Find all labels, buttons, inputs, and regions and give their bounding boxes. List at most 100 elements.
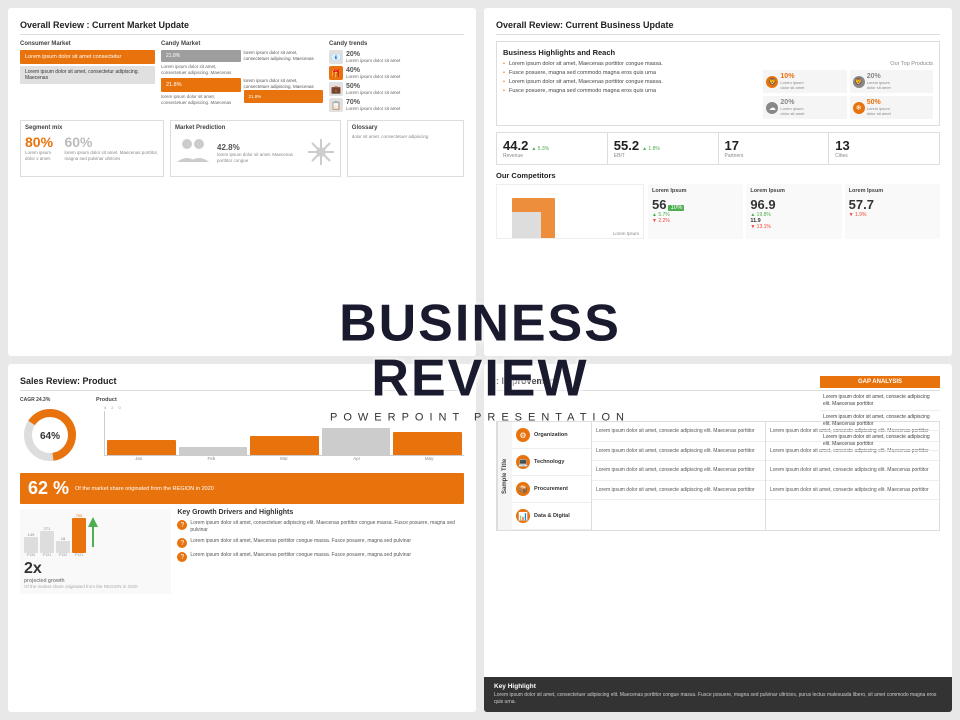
competitors-table: Lorem Ipsum Lorem Ipsum 56 10% ▲ 5.7% ▼ … (496, 184, 940, 239)
chart-title: Product (96, 397, 464, 403)
category-col: ⚙ Organization 💻 Technology 📦 Procuremen… (512, 422, 592, 530)
bar-fy22 (56, 541, 70, 553)
cat-organization: ⚙ Organization (512, 422, 591, 449)
bar-fy21 (40, 531, 54, 553)
segment-mix-col: Segment mix 80% Lorem ipsum dolor s amet… (20, 120, 164, 177)
candy-trend-1: 📧 20% Lorem ipsum dolor sit amet (329, 50, 464, 64)
prod-pct-3: 20% (780, 99, 804, 106)
metric-partners: 17 Partners (719, 133, 830, 164)
trend-pct2: 40% (346, 67, 400, 74)
comp-cols: Lorem Ipsum 56 10% ▲ 5.7% ▼ 2.2% Lorem I… (648, 184, 940, 239)
label-may: May (394, 456, 464, 461)
candy-orange1: 21.8% (161, 78, 241, 92)
metric-partners-val: 17 (725, 138, 744, 153)
gap-item-1: Lorem ipsum dolor sit amet, consecte adi… (820, 391, 940, 411)
consumer-lorem: Lorem ipsum dolor sit amet consectetur (25, 54, 121, 60)
arrow-stem (92, 527, 94, 547)
comp-val-3: 57.7 (849, 197, 936, 212)
slide3-top-area: CAGR 24.3% 64% Product 4 2 0 (20, 397, 464, 467)
people-icon (175, 134, 211, 170)
market-share-bar: 62 % Of the market share originated from… (20, 473, 464, 504)
bar-labels: Jan Feb Mar Apr May (104, 456, 464, 461)
growth-area: 149 FY20 271 FY21 18 FY22 (20, 509, 171, 594)
highlights-body: Lorem ipsum dolor sit amet, Maecenas por… (503, 61, 933, 119)
slide3-bottom-area: 149 FY20 271 FY21 18 FY22 (20, 509, 464, 594)
comp-lorem-ipsum: Lorem Ipsum (613, 231, 639, 236)
cat-name-proc: Procurement (534, 486, 568, 492)
market-pred-label: Market Prediction (175, 125, 336, 131)
metric-ebit-val: 55.2 (614, 138, 639, 153)
metrics-row: 44.2 Revenue 5.3% 55.2 EBIT 1.8% 17 Part… (496, 132, 940, 165)
glossary-label: Glossary (352, 125, 459, 131)
slide2-title: Overall Review: Current Business Update (496, 20, 940, 35)
highlights-section: Business Highlights and Reach Lorem ipsu… (496, 41, 940, 126)
prod-pct-2: 20% (867, 73, 891, 80)
label-jan: Jan (104, 456, 174, 461)
bar-mar (250, 436, 319, 455)
desc1-2: Lorem ipsum dolor sit amet, consecte adi… (592, 442, 765, 462)
metric-ebit: 55.2 EBIT 1.8% (608, 133, 719, 164)
consumer-orange-box: Lorem ipsum dolor sit amet consectetur (20, 50, 155, 64)
comp-val-2: 96.9 (750, 197, 837, 212)
donut-area: CAGR 24.3% 64% (20, 397, 90, 467)
tech-icon: 💻 (516, 455, 530, 469)
slide1-bottom-row: Segment mix 80% Lorem ipsum dolor s amet… (20, 120, 464, 177)
cat-technology: 💻 Technology (512, 449, 591, 476)
prod-item-2: 🦁 20% Lorem ipsumdolor sit amet (850, 70, 933, 93)
desc2-3: Lorem ipsum dolor sit amet, consecte adi… (766, 461, 939, 481)
metric-cities: 13 Cities (829, 133, 939, 164)
market-prediction-col: Market Prediction 42.8% lorem ipsum dolo… (170, 120, 341, 177)
cagr-label: CAGR 24.3% (20, 397, 90, 403)
bullet-1: Lorem ipsum dolor sit amet, Maecenas por… (503, 61, 757, 67)
prod-item-4: ❄ 50% Lorem ipsumdolor sit amet (850, 96, 933, 119)
slide3-title: Sales Review: Product (20, 376, 464, 391)
consumer-market-col: Consumer Market Lorem ipsum dolor sit am… (20, 41, 155, 114)
digital-icon: 📊 (516, 509, 530, 523)
key-highlight-title: Key Highlight (494, 683, 942, 690)
growth-val: 2x (24, 560, 167, 578)
candy-icon-3: 💼 (329, 82, 343, 96)
candy-trend-2: 🎁 40% Lorem ipsum dolor sit amet (329, 66, 464, 80)
bar-chart (104, 411, 464, 456)
metric-cities-label: Cities (835, 153, 849, 159)
candy-icon-4: 📋 (329, 98, 343, 112)
desc1-4: Lorem ipsum dolor sit amet, consecte adi… (592, 481, 765, 501)
growth-sub-text: Of the market share originated from the … (24, 584, 167, 590)
cat-name-digital: Data & Digital (534, 513, 570, 519)
top-products-label: Our Top Products (763, 61, 933, 67)
metric-revenue-change: 5.3% (531, 146, 549, 152)
gap-analysis-title: GAP ANALYSIS (820, 376, 940, 388)
bar-fy20 (24, 537, 38, 553)
consumer-lorem2: Lorem ipsum dolor sit amet, consectetur … (25, 69, 139, 81)
desc2-4: Lorem ipsum dolor sit amet, consecte adi… (766, 481, 939, 501)
org-icon: ⚙ (516, 428, 530, 442)
competitors-title: Our Competitors (496, 171, 940, 180)
prod-pct-4: 50% (867, 99, 891, 106)
highlights-title: Business Highlights and Reach (503, 48, 933, 57)
highlights-heading: Key Growth Drivers and Highlights (177, 509, 464, 516)
cat-procurement: 📦 Procurement (512, 476, 591, 503)
prod-icon-3: ☁ (766, 102, 778, 114)
comp-sub1-2: ▼ 2.2% (652, 218, 739, 224)
slide-3: Sales Review: Product CAGR 24.3% 64% Pro… (8, 364, 476, 712)
h-text-2: Lorem ipsum dolor sit amet, Maecenas por… (190, 538, 411, 548)
metric-partners-label: Partners (725, 153, 744, 159)
comp-col1-title: Lorem Ipsum (652, 188, 739, 194)
market-val: 42.8% (217, 143, 300, 152)
comp-col3-title: Lorem Ipsum (849, 188, 936, 194)
gap-analysis-panel: GAP ANALYSIS Lorem ipsum dolor sit amet,… (820, 376, 940, 451)
highlight-3: ? Lorem ipsum dolor sit amet, Maecenas p… (177, 552, 464, 562)
bullet-3: Lorem ipsum dolor sit amet, Maecenas por… (503, 79, 757, 85)
trend-pct3: 50% (346, 83, 400, 90)
metric-ebit-change: 1.8% (642, 146, 660, 152)
glossary-col: Glossary dolor sit amet, consectetuer ad… (347, 120, 464, 177)
bar-may (393, 432, 462, 455)
y-axis-labels: 4 2 0 (104, 405, 464, 410)
metric-revenue: 44.2 Revenue 5.3% (497, 133, 608, 164)
slide-1: Overall Review : Current Market Update C… (8, 8, 476, 356)
bullet-4: Fusce posuere, magna sed commodo magna e… (503, 88, 757, 94)
seg-pct2: 60% (64, 134, 159, 150)
prod-grid: 🦁 10% Lorem ipsumdolor sit amet 🦁 20% Lo… (763, 70, 933, 119)
desc1-1: Lorem ipsum dolor sit amet, consecte adi… (592, 422, 765, 442)
comp-sub3-1: ▼ 1.9% (849, 212, 936, 218)
